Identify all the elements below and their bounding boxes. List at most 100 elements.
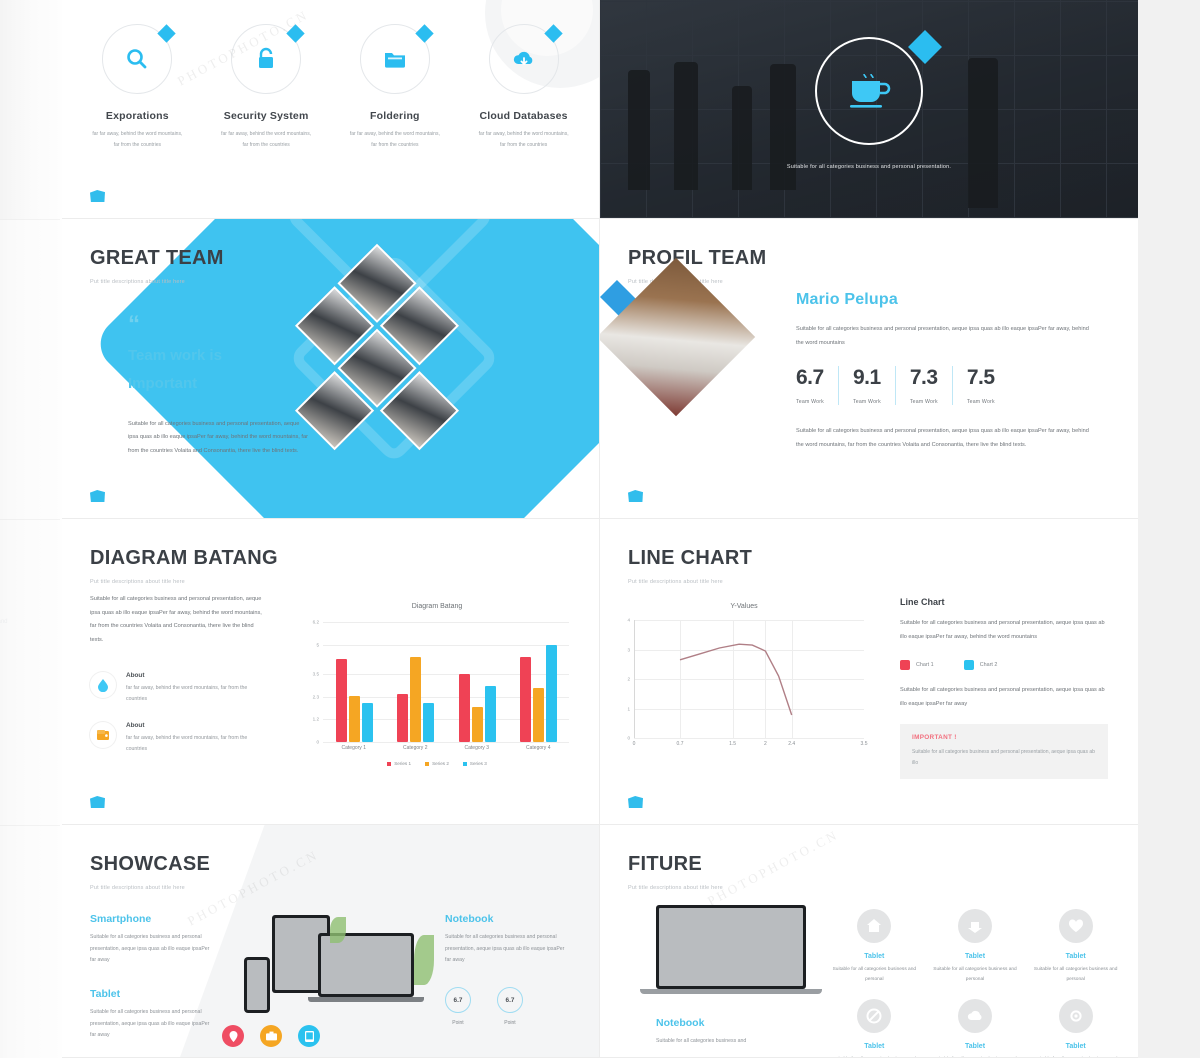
line-chart[interactable]: Y-Values 0 1 2 3 4 0 0.7 1.5 2 2.4 3.5 <box>608 603 880 752</box>
legend-item[interactable]: Chart 2 <box>963 660 997 671</box>
about-text: far far away, behind the word mountains,… <box>126 684 248 703</box>
fiture-heading: Tablet <box>964 1043 986 1051</box>
slide-showcase[interactable]: SHOWCASE Put title descriptions about ti… <box>62 825 600 1058</box>
point-label: Point <box>504 1020 516 1027</box>
chart-bar[interactable] <box>348 695 360 742</box>
chart-gridline <box>323 645 569 647</box>
y-axis-tick: 3 <box>627 647 630 652</box>
point-ring: 6.7 <box>445 987 471 1014</box>
diagram-body-text: Suitable for all categories business and… <box>90 596 262 644</box>
page-subtitle: Put title descriptions about title here <box>90 279 185 285</box>
fiture-item[interactable]: TabletSuitable for all categories busine… <box>931 999 1020 1057</box>
about-heading: About <box>126 721 145 729</box>
ghost-subtitle: Put title descriptions about title here <box>0 580 32 586</box>
x-axis-tick: 3.5 <box>860 741 868 747</box>
stat-item: 7.5 Team Work <box>951 366 1009 406</box>
briefcase-icon-pill[interactable] <box>260 1025 282 1047</box>
legend-item[interactable]: Series 2 <box>425 761 449 766</box>
important-body: Suitable for all categories business and… <box>912 748 1095 766</box>
showcase-text: Suitable for all categories business and… <box>90 1009 210 1039</box>
pin-icon-pill[interactable] <box>222 1025 244 1047</box>
wallet-icon-circle <box>90 721 116 748</box>
fiture-item[interactable]: TabletSuitable for all categories busine… <box>830 999 919 1057</box>
fiture-notebook-text: Suitable for all categories business and <box>656 1038 747 1044</box>
feature-title: Exporations <box>105 110 169 122</box>
stat-label: Team Work <box>796 399 824 406</box>
chart-bar[interactable] <box>471 707 483 742</box>
download-badge-icon <box>967 922 982 933</box>
legend-item[interactable]: Chart 1 <box>900 660 934 671</box>
about-item[interactable]: About far far away, behind the word moun… <box>90 671 268 706</box>
page-title: LINE CHART <box>628 547 753 569</box>
chart-bar[interactable] <box>397 693 409 742</box>
x-axis-tick: 1.5 <box>729 741 737 747</box>
page-title: FITURE <box>628 853 703 875</box>
ghost-subtitle: Put title descriptions about title here <box>0 886 32 892</box>
fiture-item[interactable]: Tablet Suitable for all categories busine… <box>830 909 919 985</box>
fiture-item[interactable]: TabletSuitable for all categories busine… <box>1031 999 1120 1057</box>
showcase-text: Suitable for all categories business and… <box>90 934 210 964</box>
fiture-text: Suitable for all categories business and… <box>832 967 917 983</box>
chart-bar[interactable] <box>520 656 532 742</box>
feature-card-exporations[interactable]: Exporations far far away, behind the wor… <box>90 24 185 151</box>
slide-fiture[interactable]: FITURE Put title descriptions about titl… <box>600 825 1138 1058</box>
chart-bar[interactable] <box>546 645 558 742</box>
legend-item[interactable]: Series 3 <box>462 761 487 766</box>
chart-bar[interactable] <box>423 703 435 742</box>
feature-circle <box>359 24 434 94</box>
point-item: 6.7 Point <box>445 987 471 1026</box>
panel-body: Suitable for all categories business and… <box>900 620 1105 640</box>
slide-diagram-batang[interactable]: DIAGRAM BATANG Put title descriptions ab… <box>62 519 600 825</box>
legend-swatch <box>900 660 910 671</box>
fiture-heading: Tablet <box>1065 1043 1086 1051</box>
slide-great-team[interactable]: GREAT TEAM Put title descriptions about … <box>62 219 600 519</box>
chart-bar[interactable] <box>458 674 470 742</box>
brand-logo-icon <box>90 490 105 502</box>
y-axis-tick: 2 <box>627 676 630 682</box>
stats-row: 6.7 Team Work 9.1 Team Work 7.3 Team Wor… <box>796 366 1096 406</box>
stat-label: Team Work <box>909 399 938 406</box>
about-item[interactable]: About far far away, behind the word moun… <box>90 721 268 756</box>
chart-bar[interactable] <box>410 656 422 742</box>
page-title: SHOWCASE <box>90 853 211 875</box>
gear-icon-circle <box>1058 999 1093 1034</box>
slide-features[interactable]: Exporations far far away, behind the wor… <box>62 0 600 219</box>
x-axis-tick: Category 4 <box>526 745 551 751</box>
notebook-mockup <box>640 905 822 994</box>
quote-line-2: Important <box>128 374 198 392</box>
chart-bar[interactable] <box>335 658 347 742</box>
fiture-item[interactable]: TabletSuitable for all categories busine… <box>931 909 1020 985</box>
legend-label: Series 1 <box>394 761 412 766</box>
x-axis-tick: Category 1 <box>341 745 366 751</box>
fiture-item[interactable]: TabletSuitable for all categories busine… <box>1031 909 1120 985</box>
ghost-slide-great-team: GR Put title descriptions about title he… <box>0 219 60 519</box>
legend-label: Series 2 <box>432 761 449 766</box>
point-ring: 6.7 <box>497 987 523 1014</box>
feature-title: Security System <box>223 110 309 122</box>
person-silhouette <box>770 64 796 190</box>
feature-card-cloud-databases[interactable]: Cloud Databases far far away, behind the… <box>476 24 571 151</box>
x-axis-tick: 2 <box>764 741 767 747</box>
feature-card-foldering[interactable]: Foldering far far away, behind the word … <box>348 24 443 151</box>
slide-line-chart[interactable]: LINE CHART Put title descriptions about … <box>600 519 1138 825</box>
chart-bar[interactable] <box>484 685 496 742</box>
person-silhouette <box>968 58 998 208</box>
slide-hero-photo[interactable]: Suitable for all categories business and… <box>600 0 1138 219</box>
chart-bar[interactable] <box>533 687 545 742</box>
chart-bar[interactable] <box>361 703 373 742</box>
bar-chart[interactable]: Diagram Batang 0 1.2 2.3 3.5 5 6.2 Category 1… <box>297 603 577 766</box>
cloud-icon <box>967 1011 982 1021</box>
profile-name: Mario Pelupa <box>796 291 898 308</box>
fiture-heading: Tablet <box>864 953 885 960</box>
gear-icon <box>1070 1010 1082 1022</box>
panel-heading: Line Chart <box>900 597 945 607</box>
device-mockup-group <box>244 909 444 1039</box>
slide-profil-team[interactable]: PROFIL TEAM Put title descriptions about… <box>600 219 1138 519</box>
important-callout: IMPORTANT ! Suitable for all categories … <box>900 723 1108 779</box>
ghost-subtitle: Put title descriptions about title here <box>0 280 32 286</box>
drop-icon-circle <box>90 671 116 698</box>
panel-body-2: Suitable for all categories business and… <box>900 687 1105 708</box>
legend-item[interactable]: Series 1 <box>387 761 411 766</box>
tablet-icon-pill[interactable] <box>298 1025 320 1047</box>
feature-card-security-system[interactable]: Security System far far away, behind the… <box>219 24 314 151</box>
